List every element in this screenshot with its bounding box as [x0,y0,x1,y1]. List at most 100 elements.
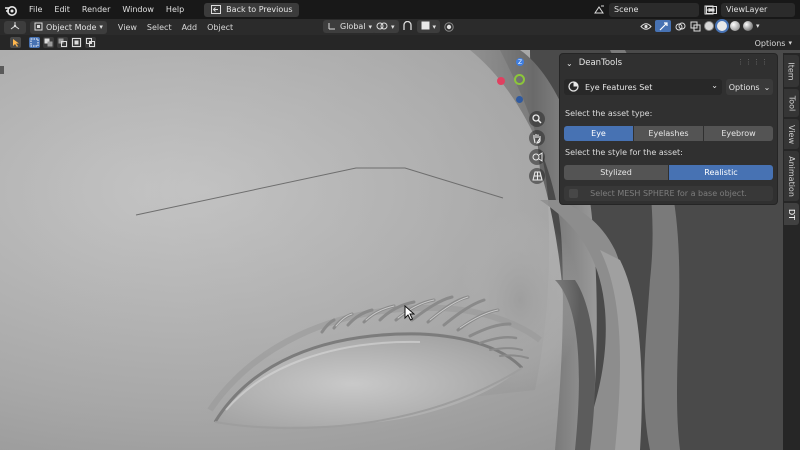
solid-shading-icon[interactable] [717,21,727,31]
base-object-button[interactable]: Select MESH SPHERE for a base object. [564,186,773,201]
perspective-grid-icon[interactable] [529,168,545,184]
asset-type-eyebrow[interactable]: Eyebrow [704,126,773,141]
navigation-gizmo[interactable]: Z [494,58,546,110]
snap-controls: ▾ ▾ [372,20,455,33]
select-new-icon[interactable] [29,37,40,48]
proportional-edit-icon[interactable] [443,21,455,33]
asset-set-label: Eye Features Set [585,82,653,92]
zoom-icon[interactable] [529,111,545,127]
tab-tool[interactable]: Tool [784,89,799,117]
scene-field[interactable]: Scene [609,3,699,17]
editor-type-button[interactable] [4,20,26,34]
tab-animation[interactable]: Animation [784,151,799,201]
asset-type-eyelashes[interactable]: Eyelashes [634,126,704,141]
view-layer-name: ViewLayer [726,5,768,14]
asset-type-eye[interactable]: Eye [564,126,634,141]
object-mode-icon [34,22,43,33]
style-label: Select the style for the asset: [565,148,683,157]
menu-edit[interactable]: Edit [48,0,76,19]
tab-view-label: View [787,124,797,144]
object-mode-label: Object Mode [46,22,97,32]
panel-options-button[interactable]: Options ⌄ [726,79,773,95]
chevron-down-icon[interactable]: ⌄ [566,59,573,68]
asset-set-icon [568,80,579,94]
sidebar-tabs: Item Tool View Animation DT [783,53,800,450]
tab-dt-label: DT [786,208,796,220]
orientation-icon [327,21,337,33]
style-stylized[interactable]: Stylized [564,165,669,180]
tab-view[interactable]: View [784,119,799,149]
asset-set-dropdown[interactable]: Eye Features Set ⌄ [564,79,722,95]
view-layer-field[interactable]: ViewLayer [721,3,795,17]
menu-view[interactable]: View [113,23,142,32]
tab-item[interactable]: Item [784,55,799,87]
tab-animation-label: Animation [787,155,797,197]
select-extend-icon[interactable] [43,37,54,48]
checkbox-icon [569,189,578,198]
mouse-cursor-icon [404,304,416,323]
wireframe-shading-icon[interactable] [704,21,714,31]
visibility-icon[interactable] [640,20,652,32]
pivot-icon [376,21,388,33]
axis-neg-z-icon[interactable] [516,96,523,103]
transform-orientation-dropdown[interactable]: Global ▾ [323,20,377,33]
select-invert-icon[interactable] [71,37,82,48]
drag-handle-icon[interactable]: ⋮⋮⋮⋮ [737,58,769,66]
menu-window[interactable]: Window [116,0,160,19]
chevron-down-icon: ⌄ [711,81,718,90]
chevron-down-icon: ⌄ [763,82,771,92]
select-tool-icon[interactable] [10,37,21,48]
gizmo-toggle-icon[interactable] [655,20,671,32]
chevron-down-icon: ▾ [391,22,395,31]
snap-icon[interactable] [402,21,414,33]
base-object-hint: Select MESH SPHERE for a base object. [590,189,747,198]
overlay-icon[interactable] [674,20,686,32]
xray-icon[interactable] [689,20,701,32]
menu-file[interactable]: File [23,0,48,19]
style-selector: Stylized Realistic [564,165,773,180]
axis-y-icon[interactable] [514,74,525,85]
axis-x-icon[interactable] [497,77,505,85]
editor-type-icon [9,21,21,33]
chevron-down-icon[interactable]: ▾ [756,22,760,30]
toolbar-collapse-handle[interactable] [0,66,4,74]
panel-title: DeanTools [578,58,623,68]
orientation-label: Global [340,22,366,31]
rendered-shading-icon[interactable] [743,21,753,31]
blender-logo-icon[interactable] [3,2,19,18]
scene-icon[interactable] [593,4,605,16]
asset-type-label: Select the asset type: [565,109,653,118]
tab-dt[interactable]: DT [784,203,799,225]
menu-render[interactable]: Render [76,0,116,19]
menu-help[interactable]: Help [160,0,190,19]
viewport-header: Object Mode ▾ View Select Add Object Glo… [0,19,800,35]
pivot-point-button[interactable]: ▾ [372,20,399,33]
style-realistic[interactable]: Realistic [669,165,773,180]
axis-z-icon[interactable]: Z [516,58,524,66]
asset-type-selector: Eye Eyelashes Eyebrow [564,126,773,141]
back-to-previous-button[interactable]: Back to Previous [204,2,299,17]
menu-add[interactable]: Add [177,23,203,32]
select-intersect-icon[interactable] [85,37,96,48]
menu-object[interactable]: Object [202,23,238,32]
back-to-previous-label: Back to Previous [226,5,293,14]
chevron-down-icon: ▾ [432,22,437,31]
camera-view-icon[interactable] [529,149,545,165]
tab-item-label: Item [787,61,796,81]
tool-options-button[interactable]: Options ▾ [755,37,792,49]
deantools-panel: ⌄ DeanTools ⋮⋮⋮⋮ Eye Features Set ⌄ Opti… [559,53,778,205]
chevron-down-icon: ▾ [788,39,792,47]
axis-z-label: Z [517,58,523,66]
chevron-down-icon: ▾ [99,23,103,31]
material-shading-icon[interactable] [730,21,740,31]
tab-tool-label: Tool [787,95,797,111]
object-mode-dropdown[interactable]: Object Mode ▾ [30,20,107,34]
snap-target-button[interactable]: ▾ [416,20,441,33]
pan-hand-icon[interactable] [529,130,545,146]
select-subtract-icon[interactable] [57,37,68,48]
view-layer-icon[interactable] [705,4,717,16]
top-menu-bar: File Edit Render Window Help Back to Pre… [0,0,800,19]
tool-options-label: Options [754,38,786,48]
tool-header: Options ▾ [0,35,800,50]
menu-select[interactable]: Select [142,23,177,32]
